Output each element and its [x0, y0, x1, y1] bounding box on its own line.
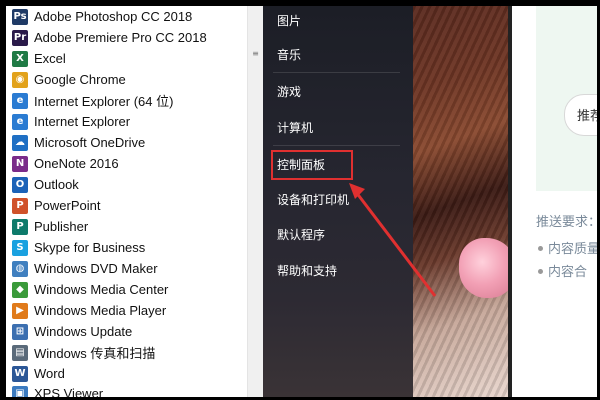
chrome-icon: ◉ — [12, 71, 28, 88]
control-panel-highlight-box — [271, 150, 353, 180]
program-label: Adobe Premiere Pro CC 2018 — [34, 30, 207, 45]
program-label: Windows Media Player — [34, 303, 167, 318]
program-item-media-center[interactable]: ◆ Windows Media Center — [12, 279, 246, 300]
requirement-item-2: 内容合 — [548, 265, 588, 280]
program-item-publisher[interactable]: P Publisher — [12, 216, 246, 237]
excel-icon: X — [12, 50, 28, 67]
program-item-photoshop[interactable]: Ps Adobe Photoshop CC 2018 — [12, 6, 246, 27]
program-label: Microsoft OneDrive — [34, 135, 146, 150]
program-item-ie64[interactable]: e Internet Explorer (64 位) — [12, 90, 246, 111]
fax-scan-icon: ▤ — [12, 344, 28, 361]
program-label: OneNote 2016 — [34, 156, 119, 171]
xps-viewer-icon: ▣ — [12, 385, 28, 397]
program-item-outlook[interactable]: O Outlook — [12, 174, 246, 195]
program-label: Internet Explorer (64 位) — [34, 94, 174, 109]
program-label: Windows DVD Maker — [34, 261, 158, 276]
photoshop-icon: Ps — [12, 8, 28, 25]
program-label: Google Chrome — [34, 72, 126, 87]
menu-item-games[interactable]: 游戏 — [277, 83, 301, 100]
publisher-icon: P — [12, 218, 28, 235]
bullet-dot — [538, 246, 543, 251]
requirement-item-1: 内容质量 — [548, 242, 600, 257]
menu-item-help-support[interactable]: 帮助和支持 — [277, 262, 337, 279]
menu-item-default-programs[interactable]: 默认程序 — [277, 226, 325, 243]
program-label: Windows 传真和扫描 — [34, 346, 156, 361]
program-label: Outlook — [34, 177, 79, 192]
program-item-premiere[interactable]: Pr Adobe Premiere Pro CC 2018 — [12, 27, 246, 48]
powerpoint-icon: P — [12, 197, 28, 214]
program-label: Word — [34, 366, 65, 381]
program-label: Adobe Photoshop CC 2018 — [34, 9, 193, 24]
program-item-xps-viewer[interactable]: ▣ XPS Viewer — [12, 383, 246, 400]
programs-scrollbar[interactable]: ≡ — [247, 6, 264, 397]
program-item-ie[interactable]: e Internet Explorer — [12, 111, 246, 132]
program-item-powerpoint[interactable]: P PowerPoint — [12, 195, 246, 216]
windows-update-icon: ⊞ — [12, 323, 28, 340]
program-label: Skype for Business — [34, 240, 146, 255]
program-label: Excel — [34, 51, 66, 66]
program-label: Publisher — [34, 219, 89, 234]
program-item-fax-scan[interactable]: ▤ Windows 传真和扫描 — [12, 342, 246, 363]
program-item-word[interactable]: W Word — [12, 363, 246, 384]
menu-item-devices-printers[interactable]: 设备和打印机 — [277, 191, 349, 208]
program-item-onedrive[interactable]: ☁ Microsoft OneDrive — [12, 132, 246, 153]
menu-separator — [273, 72, 400, 73]
program-label: Internet Explorer — [34, 114, 131, 129]
word-icon: W — [12, 365, 28, 382]
program-item-windows-update[interactable]: ⊞ Windows Update — [12, 321, 246, 342]
outlook-icon: O — [12, 176, 28, 193]
dvd-maker-icon: ◍ — [12, 260, 28, 277]
program-item-dvd-maker[interactable]: ◍ Windows DVD Maker — [12, 258, 246, 279]
scrollbar-grip-icon[interactable]: ≡ — [252, 50, 259, 64]
media-player-icon: ▶ — [12, 302, 28, 319]
program-item-excel[interactable]: X Excel — [12, 48, 246, 69]
onenote-icon: N — [12, 155, 28, 172]
program-label: XPS Viewer — [34, 386, 104, 400]
program-item-chrome[interactable]: ◉ Google Chrome — [12, 69, 246, 90]
program-label: Windows Media Center — [34, 282, 169, 297]
web-content-panel: 推荐 推送要求： 内容质量 内容合 — [508, 6, 600, 397]
onedrive-icon: ☁ — [12, 134, 28, 151]
program-item-onenote[interactable]: N OneNote 2016 — [12, 153, 246, 174]
program-item-media-player[interactable]: ▶ Windows Media Player — [12, 300, 246, 321]
start-menu-right-pane: 图片 音乐 游戏 计算机 控制面板 设备和打印机 默认程序 帮助和支持 — [263, 6, 413, 397]
media-center-icon: ◆ — [12, 281, 28, 298]
bullet-dot — [538, 269, 543, 274]
program-label: PowerPoint — [34, 198, 101, 213]
internet-explorer-icon: e — [12, 113, 28, 130]
menu-item-music[interactable]: 音乐 — [277, 46, 301, 63]
internet-explorer-icon: e — [12, 92, 28, 109]
program-label: Windows Update — [34, 324, 133, 339]
photo-hair-texture — [413, 6, 508, 397]
recommend-pill[interactable]: 推荐 — [564, 94, 597, 136]
menu-item-computer[interactable]: 计算机 — [277, 119, 313, 136]
all-programs-list: Ps Adobe Photoshop CC 2018 Pr Adobe Prem… — [6, 6, 247, 397]
screenshot-frame: Ps Adobe Photoshop CC 2018 Pr Adobe Prem… — [0, 0, 600, 400]
premiere-icon: Pr — [12, 29, 28, 46]
skype-icon: S — [12, 239, 28, 256]
requirements-label: 推送要求： — [536, 215, 600, 230]
background-photo — [413, 6, 517, 397]
program-item-skype[interactable]: S Skype for Business — [12, 237, 246, 258]
recommend-pill-label: 推荐 — [577, 109, 597, 124]
menu-separator — [273, 145, 400, 146]
menu-item-pictures[interactable]: 图片 — [277, 12, 301, 29]
